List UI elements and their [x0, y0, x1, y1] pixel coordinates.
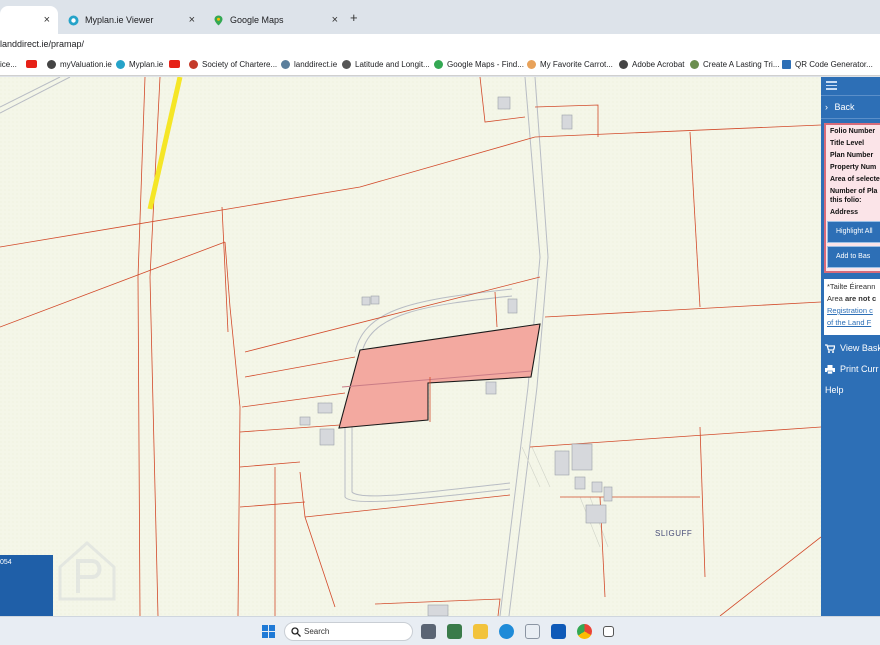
- tab-landdirect[interactable]: ×: [0, 6, 58, 34]
- printer-icon: [825, 364, 835, 374]
- cart-icon: [825, 343, 835, 353]
- view-basket-button[interactable]: View Bask: [825, 343, 880, 353]
- highlight-all-button[interactable]: Highlight All: [827, 221, 880, 243]
- new-tab-button[interactable]: +: [350, 10, 358, 25]
- map-scale-box: 054: [0, 555, 53, 616]
- bookmark-youtube-2[interactable]: [169, 60, 184, 68]
- close-tab-icon[interactable]: ×: [332, 14, 338, 26]
- notice-line-2: Area are not c: [827, 294, 877, 303]
- browser-tab-strip: × Myplan.ie Viewer × Google Maps × +: [0, 0, 880, 34]
- leaf-icon: [690, 60, 699, 69]
- snipping-tool-icon[interactable]: [603, 626, 614, 637]
- land-registry-link[interactable]: of the Land F: [827, 317, 880, 329]
- edge-browser-icon[interactable]: [499, 624, 514, 639]
- myplan-favicon-icon: [68, 15, 79, 26]
- file-explorer-icon[interactable]: [473, 624, 488, 639]
- qr-code-icon: [782, 60, 791, 69]
- compass-icon: [342, 60, 351, 69]
- help-button[interactable]: Help: [825, 385, 844, 395]
- add-to-basket-button[interactable]: Add to Bas: [827, 246, 880, 268]
- bookmark-society-chartered[interactable]: Society of Chartere...: [189, 60, 277, 69]
- scale-text: 054: [0, 559, 12, 566]
- map-pin-icon: [434, 60, 443, 69]
- bookmark-item[interactable]: ice...: [0, 60, 17, 69]
- watermark-logo: [54, 537, 120, 603]
- youtube-icon: [26, 60, 37, 68]
- bookmark-lasting-tribute[interactable]: Create A Lasting Tri...: [690, 60, 779, 69]
- address-bar[interactable]: landdirect.ie/pramap/: [0, 34, 880, 56]
- print-current-button[interactable]: Print Curr: [825, 364, 879, 374]
- chevron-right-icon: ›: [825, 102, 828, 112]
- number-of-plans-label: Number of Pla: [830, 188, 878, 195]
- taskbar-search-box[interactable]: Search: [284, 622, 413, 641]
- store-icon[interactable]: [525, 624, 540, 639]
- address-label: Address: [830, 209, 859, 216]
- bookmark-latitude-longitude[interactable]: Latitude and Longit...: [342, 60, 430, 69]
- url-text: landdirect.ie/pramap/: [0, 39, 85, 49]
- hamburger-menu-icon[interactable]: [826, 81, 837, 92]
- tab-title: Myplan.ie Viewer: [85, 15, 154, 25]
- globe-icon: [619, 60, 628, 69]
- close-tab-icon[interactable]: ×: [189, 14, 195, 26]
- landdirect-icon: [281, 60, 290, 69]
- plan-number-label: Plan Number: [830, 152, 874, 159]
- bookmark-myvaluation[interactable]: myValuation.ie: [47, 60, 112, 69]
- folio-number-label: Folio Number: [830, 128, 876, 135]
- carrot-icon: [527, 60, 536, 69]
- back-button[interactable]: › Back: [821, 95, 880, 119]
- title-level-label: Title Level: [830, 140, 865, 147]
- townland-label: SLIGUFF: [655, 529, 693, 538]
- task-view-icon[interactable]: [421, 624, 436, 639]
- close-tab-icon[interactable]: ×: [44, 14, 50, 26]
- tab-google-maps[interactable]: Google Maps ×: [203, 6, 346, 34]
- registration-notice: *Tailte Éireann Area are not c Registrat…: [824, 279, 880, 335]
- tab-title: Google Maps: [230, 15, 284, 25]
- search-placeholder: Search: [304, 627, 330, 636]
- bookmark-myplan[interactable]: Myplan.ie: [116, 60, 163, 69]
- widgets-icon[interactable]: [447, 624, 462, 639]
- bookmark-carrot[interactable]: My Favorite Carrot...: [527, 60, 613, 69]
- area-selected-label: Area of selecte: [830, 176, 880, 183]
- bookmarks-bar: ice... myValuation.ie Myplan.ie Society …: [0, 56, 880, 76]
- side-panel: › Back Folio Number Title Level Plan Num…: [821, 77, 880, 616]
- registration-link[interactable]: Registration c: [827, 305, 880, 317]
- myplan-icon: [116, 60, 125, 69]
- globe-icon: [47, 60, 56, 69]
- tab-myplan-viewer[interactable]: Myplan.ie Viewer ×: [58, 6, 203, 34]
- bookmark-youtube[interactable]: [26, 60, 41, 68]
- outlook-icon[interactable]: [551, 624, 566, 639]
- map-canvas[interactable]: [0, 77, 821, 616]
- back-label: Back: [834, 102, 855, 112]
- notice-line-1: *Tailte Éireann: [827, 282, 876, 291]
- society-icon: [189, 60, 198, 69]
- bookmark-adobe-acrobat[interactable]: Adobe Acrobat: [619, 60, 684, 69]
- bookmark-landdirect[interactable]: landdirect.ie: [281, 60, 337, 69]
- this-folio-label: this folio:: [830, 197, 862, 204]
- windows-start-icon[interactable]: [262, 625, 275, 638]
- chrome-icon[interactable]: [577, 624, 592, 639]
- search-icon: [291, 627, 301, 637]
- property-number-label: Property Num: [830, 164, 877, 171]
- youtube-icon: [169, 60, 180, 68]
- bookmark-qr-generator[interactable]: QR Code Generator...: [782, 60, 873, 69]
- land-registry-map[interactable]: SLIGUFF 054: [0, 77, 821, 616]
- bookmark-google-maps[interactable]: Google Maps - Find...: [434, 60, 524, 69]
- folio-info-box: Folio Number Title Level Plan Number Pro…: [824, 123, 880, 273]
- windows-taskbar: Search: [0, 616, 880, 645]
- google-maps-favicon-icon: [213, 15, 224, 26]
